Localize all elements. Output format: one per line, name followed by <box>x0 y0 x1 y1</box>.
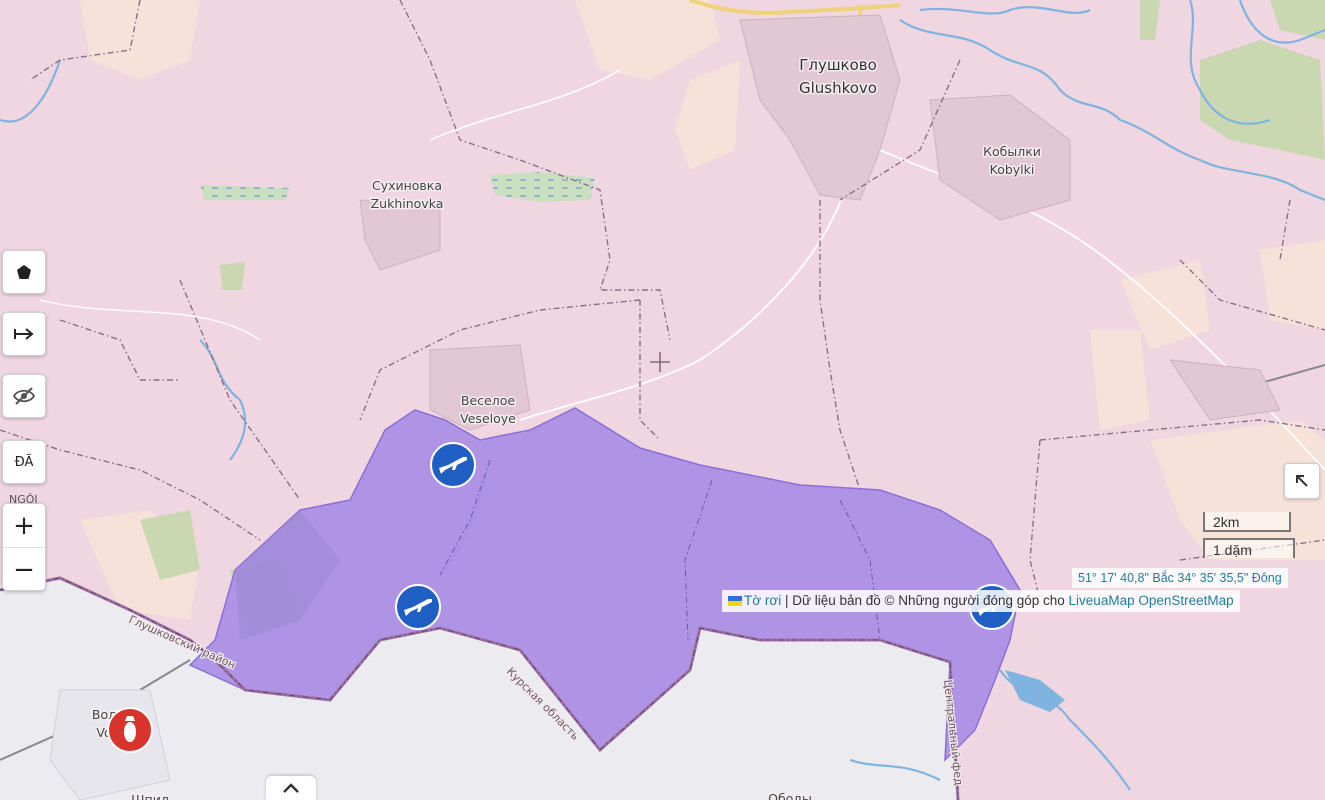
rifle-icon[interactable] <box>430 442 476 488</box>
measure-button[interactable] <box>2 312 46 356</box>
flyer-link[interactable]: Tờ rơi <box>744 593 781 608</box>
label-obody: Ободы <box>768 791 812 800</box>
zoom-in-button[interactable]: + <box>3 504 45 548</box>
liveuamap-link[interactable]: LiveuaMap <box>1069 593 1135 608</box>
attribution: Tờ rơi | Dữ liệu bản đồ © Những người đó… <box>722 590 1240 612</box>
eye-slash-icon <box>12 387 36 405</box>
polygon-tool-button[interactable] <box>2 250 46 294</box>
bomb-icon[interactable] <box>107 707 153 753</box>
label-kobylki-en: Kobylki <box>990 162 1035 177</box>
label-veseloye-ru: Веселое <box>461 393 515 408</box>
osm-link[interactable]: OpenStreetMap <box>1138 593 1233 608</box>
zoom-control: + − <box>2 503 46 591</box>
language-label: ĐÃ <box>14 454 34 470</box>
scale-mile: 1 dặm <box>1203 538 1295 558</box>
chevron-up-icon <box>283 783 299 793</box>
language-button[interactable]: ĐÃ <box>2 440 46 484</box>
scale-km: 2km <box>1203 512 1291 532</box>
label-veseloye-en: Veseloye <box>460 411 516 426</box>
expand-panel-button[interactable] <box>266 776 316 800</box>
zoom-out-button[interactable]: − <box>3 548 45 590</box>
arrow-right-bar-icon <box>14 328 34 340</box>
rifle-icon[interactable] <box>395 584 441 630</box>
label-glushkovo-ru: Глушково <box>799 56 877 74</box>
attribution-text: | Dữ liệu bản đồ © Những người đóng góp … <box>781 593 1069 608</box>
label-sukhinovka-ru: Сухиновка <box>372 178 442 193</box>
expand-button[interactable] <box>1284 463 1320 499</box>
label-glushkovo-en: Glushkovo <box>799 79 877 97</box>
hide-markers-button[interactable] <box>2 374 46 418</box>
cursor-coordinates: 51° 17' 40,8" Bắc 34° 35' 35,5" Đông <box>1072 568 1288 588</box>
label-sukhinovka-en: Zukhinovka <box>371 196 444 211</box>
label-kobylki-ru: Кобылки <box>983 144 1041 159</box>
pentagon-icon <box>17 265 31 279</box>
arrow-up-left-icon <box>1296 475 1308 487</box>
map-canvas[interactable]: Глушково Glushkovo Сухиновка Zukhinovka … <box>0 0 1325 800</box>
label-shpil: Шпил <box>131 792 169 800</box>
ukraine-flag-icon <box>728 596 742 606</box>
